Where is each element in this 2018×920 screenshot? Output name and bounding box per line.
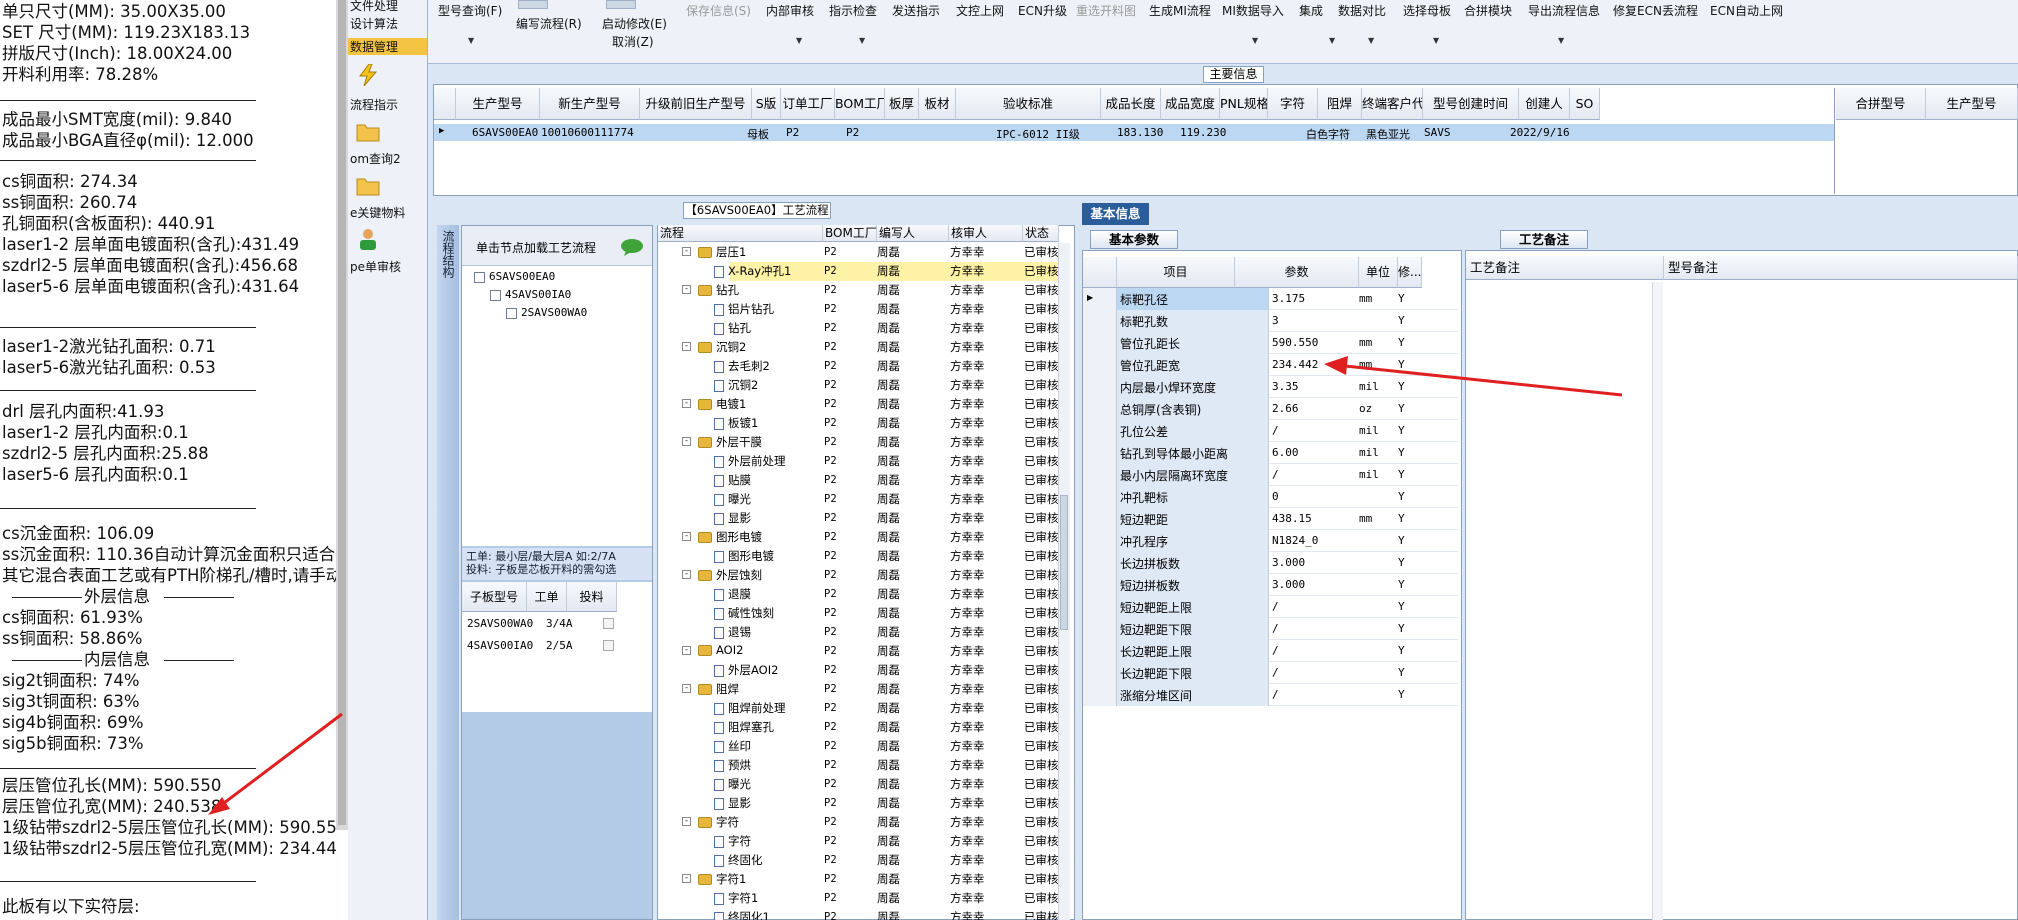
annotation-arrows [208,356,1623,815]
annotation-arrowhead [1324,356,1348,375]
annotation-arrow [1344,364,1623,397]
annotation-arrow [219,712,343,808]
